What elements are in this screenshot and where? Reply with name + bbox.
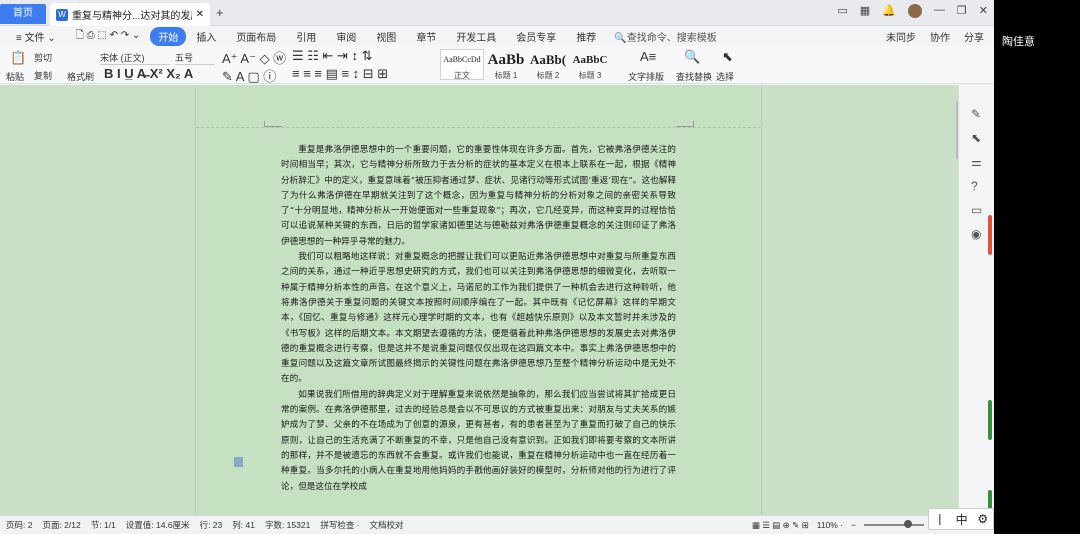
paste-button[interactable]: 粘贴 (6, 70, 24, 83)
align-icons[interactable]: ≡ ≡ ≡ ▤ ≡ ↕ ⊟ ⊞ (292, 66, 388, 82)
location-icon[interactable]: ◉ (971, 227, 981, 241)
menu-item-home[interactable]: 开始 (150, 26, 187, 46)
share-button[interactable]: 分享 (964, 29, 984, 44)
cursor-icon[interactable]: ⬉ (971, 131, 981, 145)
zoom-level[interactable]: 110% · (817, 520, 843, 530)
paragraph-1[interactable]: 重复是弗洛伊德思想中的一个重要问题，它的重要性体现在许多方面。首先，它被弗洛伊德… (281, 143, 676, 250)
menu-bar: ≡ 文件 ⌄ 🗋 ⎙ ⬚ ↶ ↷ ⌄ 开始 插入 页面布局 引用 审阅 视图 章… (0, 26, 994, 46)
ime-settings-icon[interactable]: ⚙ (977, 512, 988, 526)
style-normal[interactable]: AaBbCcDd 正文 (440, 49, 484, 80)
document-body[interactable]: 重复是弗洛伊德思想中的一个重要问题，它的重要性体现在许多方面。首先，它被弗洛伊德… (281, 143, 676, 495)
wps-writer-window: 首页 W 重复与精神分...达对其的发展 ✕ + ▭ ▦ 🔔 — ❐ ✕ ≡ 文… (0, 0, 994, 534)
font-size-select[interactable]: 五号 (175, 51, 215, 65)
spell-check-button[interactable]: 拼写检查 · (320, 519, 359, 531)
zoom-out-icon[interactable]: − (851, 520, 856, 530)
view-mode-icons[interactable]: ▦ ☰ ▤ ⊕ ✎ ⊞ (752, 520, 809, 531)
layout-icon[interactable]: ▭ (837, 4, 847, 18)
style-heading-3[interactable]: AaBbC 标题 3 (568, 49, 612, 80)
document-page[interactable]: 重复是弗洛伊德思想中的一个重要问题，它的重要性体现在许多方面。首先，它被弗洛伊德… (196, 85, 761, 515)
avatar[interactable] (907, 4, 922, 18)
crop-mark-right (676, 121, 694, 127)
pen-icon[interactable]: ✎ (971, 107, 981, 121)
close-window-icon[interactable]: ✕ (979, 4, 988, 18)
menu-item-references[interactable]: 引用 (286, 29, 326, 44)
highlight-color-icons[interactable]: ✎ A ▢ ⓘ (222, 66, 276, 85)
proofread-button[interactable]: 文档校对 (370, 519, 404, 531)
home-tab[interactable]: 首页 (0, 4, 46, 24)
window-controls: ▭ ▦ 🔔 — ❐ ✕ (837, 4, 988, 18)
crop-mark-left (264, 121, 282, 127)
find-replace-icon[interactable]: 🔍 (684, 49, 700, 65)
command-search[interactable]: 🔍查找命令、搜索模板 (614, 29, 716, 44)
list-icons[interactable]: ☰ ☷ ⇤ ⇥ ↕ ⇅ (292, 48, 373, 64)
accent-bar-green-small (988, 490, 992, 510)
menu-right-actions: 未同步 协作 分享 (886, 29, 984, 44)
accent-bar-red (988, 215, 992, 255)
book-icon[interactable]: ▭ (971, 203, 982, 217)
title-bar: 首页 W 重复与精神分...达对其的发展 ✕ + ▭ ▦ 🔔 — ❐ ✕ (0, 0, 994, 26)
close-tab-icon[interactable]: ✕ (196, 9, 204, 20)
font-grow-icons[interactable]: A⁺ A⁻ ◇ ⓦ (222, 48, 286, 67)
status-pages[interactable]: 页面: 2/12 (42, 519, 80, 531)
menu-item-insert[interactable]: 插入 (186, 29, 226, 44)
zoom-slider[interactable] (864, 520, 924, 528)
quick-access-icons[interactable]: 🗋 ⎙ ⬚ ↶ ↷ ⌄ (66, 28, 151, 45)
sync-status[interactable]: 未同步 (886, 29, 916, 44)
menu-item-file[interactable]: ≡ 文件 ⌄ (6, 29, 66, 44)
paste-icon[interactable]: 📋 (10, 50, 26, 66)
ime-cursor[interactable]: 丨 (934, 511, 946, 528)
paragraph-2[interactable]: 我们可以粗略地这样说：对重复概念的把握让我们可以更贴近弗洛伊德思想中对重复与所重… (281, 250, 676, 388)
status-page-number[interactable]: 页码: 2 (6, 519, 32, 531)
grid-icon[interactable]: ▦ (860, 4, 870, 18)
select-button[interactable]: 选择 (716, 70, 734, 83)
ime-chinese-mode[interactable]: 中 (956, 511, 968, 528)
status-setting: 设置值: 14.6厘米 (125, 520, 190, 530)
text-layout-button[interactable]: 文字排版 (628, 70, 664, 83)
ime-toolbar: 丨 中 ⚙ (928, 508, 994, 530)
style-heading-2[interactable]: AaBb( 标题 2 (526, 49, 570, 80)
bell-icon[interactable]: 🔔 (882, 4, 896, 18)
status-word-count[interactable]: 字数: 15321 (265, 519, 310, 531)
status-bar: 页码: 2 页面: 2/12 节: 1/1 设置值: 14.6厘米 行: 23 … (0, 515, 994, 534)
format-painter-button[interactable]: 格式刷 (67, 70, 94, 83)
menu-item-recommend[interactable]: 推荐 (566, 29, 606, 44)
header-boundary (196, 127, 761, 128)
menu-item-review[interactable]: 审阅 (326, 29, 366, 44)
cut-button[interactable]: 剪切 (34, 51, 52, 64)
bold-button[interactable]: B I U̲ A̶ X² X₂ A (104, 66, 193, 81)
document-tab-title: 重复与精神分...达对其的发展 (72, 11, 192, 22)
minimize-icon[interactable]: — (934, 4, 945, 18)
participant-name: 陶佳意 (1002, 36, 1035, 48)
text-layout-icon[interactable]: A≡ (640, 49, 656, 64)
menu-item-developer[interactable]: 开发工具 (446, 29, 506, 44)
right-tool-panel: ✎ ⬉ ⚌ ? ▭ ◉ (958, 85, 994, 515)
status-col: 列: 41 (232, 520, 255, 530)
paragraph-3[interactable]: 如果说我们所借用的辞典定义对于理解重复来说依然是抽象的，那么我们应当尝试将其扩拾… (281, 388, 676, 495)
document-canvas[interactable]: 重复是弗洛伊德思想中的一个重要问题，它的重要性体现在许多方面。首先，它被弗洛伊德… (0, 85, 958, 515)
menu-item-layout[interactable]: 页面布局 (226, 29, 286, 44)
font-name-select[interactable]: 宋体 (正文) (100, 51, 170, 65)
status-section: 节: 1/1 (90, 520, 116, 530)
document-tab[interactable]: W 重复与精神分...达对其的发展 ✕ (50, 3, 210, 26)
collab-button[interactable]: 协作 (930, 29, 950, 44)
menu-item-view[interactable]: 视图 (366, 29, 406, 44)
help-icon[interactable]: ? (971, 179, 978, 193)
menu-item-member[interactable]: 会员专享 (506, 29, 566, 44)
style-heading-1[interactable]: AaBb 标题 1 (484, 49, 528, 80)
find-replace-button[interactable]: 查找替换 (676, 70, 712, 83)
restore-icon[interactable]: ❐ (957, 4, 967, 18)
select-cursor-icon[interactable]: ⬉ (722, 49, 733, 65)
accent-bar-green (988, 400, 992, 440)
video-sidebar: 陶佳意 (994, 0, 1080, 534)
copy-button[interactable]: 复制 (34, 69, 52, 82)
menu-item-section[interactable]: 章节 (406, 29, 446, 44)
status-row: 行: 23 (199, 520, 223, 530)
word-doc-icon: W (56, 8, 68, 21)
paragraph-handle-icon[interactable] (234, 457, 243, 467)
sliders-icon[interactable]: ⚌ (971, 155, 982, 169)
new-tab-button[interactable]: + (216, 5, 224, 20)
